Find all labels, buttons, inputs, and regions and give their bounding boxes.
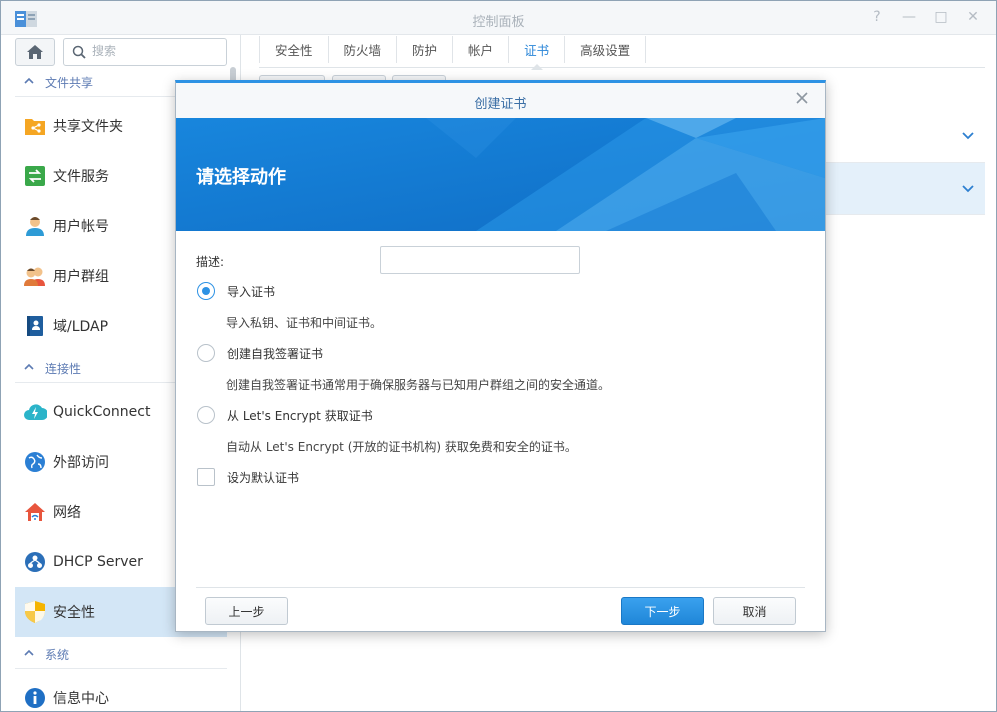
create-certificate-dialog: 创建证书 请选择动作 描述: 导入证书 导入私钥、证书和中间证书。 创建自我签署… bbox=[175, 80, 826, 632]
home-icon bbox=[27, 45, 43, 59]
checkbox-label: 设为默认证书 bbox=[227, 470, 300, 485]
domain-ldap-icon bbox=[23, 314, 47, 338]
help-button[interactable]: ? bbox=[868, 9, 886, 25]
quickconnect-icon bbox=[23, 400, 47, 424]
dialog-banner: 请选择动作 bbox=[176, 118, 825, 231]
description-input[interactable] bbox=[380, 246, 580, 274]
set-default-certificate-checkbox[interactable]: 设为默认证书 bbox=[197, 468, 299, 486]
minimize-button[interactable]: — bbox=[900, 9, 918, 25]
main-tab-bar: 安全性 防火墙 防护 帐户 证书 高级设置 bbox=[259, 35, 985, 70]
window-controls: ? — □ ✕ bbox=[868, 9, 982, 25]
sidebar-item-label: DHCP Server bbox=[53, 554, 143, 570]
tab-protection[interactable]: 防护 bbox=[397, 36, 454, 63]
checkbox[interactable] bbox=[197, 468, 215, 486]
sidebar-item-label: 外部访问 bbox=[53, 455, 109, 471]
tab-certificate[interactable]: 证书 bbox=[509, 36, 566, 70]
tab-firewall[interactable]: 防火墙 bbox=[329, 36, 398, 63]
window-titlebar: 控制面板 ? — □ ✕ bbox=[1, 1, 996, 35]
option-label: 从 Let's Encrypt 获取证书 bbox=[227, 408, 373, 423]
previous-button[interactable]: 上一步 bbox=[205, 597, 288, 625]
tab-advanced[interactable]: 高级设置 bbox=[565, 36, 647, 63]
search-icon bbox=[72, 45, 86, 59]
sidebar-item-label: QuickConnect bbox=[53, 404, 151, 420]
control-panel-window: 控制面板 ? — □ ✕ 文件共享 bbox=[0, 0, 997, 712]
close-window-button[interactable]: ✕ bbox=[964, 9, 982, 25]
section-label: 连接性 bbox=[45, 362, 82, 376]
dialog-divider bbox=[196, 587, 805, 588]
sidebar-item-label: 信息中心 bbox=[53, 691, 109, 707]
sidebar-item-label: 共享文件夹 bbox=[53, 119, 123, 135]
user-group-icon bbox=[23, 264, 47, 288]
cancel-button[interactable]: 取消 bbox=[713, 597, 796, 625]
chevron-up-icon bbox=[24, 649, 34, 656]
chevron-up-icon bbox=[24, 363, 34, 370]
search-field[interactable] bbox=[63, 38, 227, 66]
network-icon bbox=[23, 500, 47, 524]
shield-icon bbox=[23, 600, 47, 624]
dialog-title: 创建证书 bbox=[474, 97, 527, 112]
sidebar-item-label: 安全性 bbox=[53, 605, 95, 621]
option-label: 导入证书 bbox=[227, 284, 276, 299]
radio-button[interactable] bbox=[197, 406, 215, 424]
sidebar-item-info-center[interactable]: 信息中心 bbox=[15, 673, 227, 711]
description-label: 描述: bbox=[196, 255, 225, 269]
close-icon[interactable] bbox=[795, 91, 809, 105]
sidebar-item-label: 域/LDAP bbox=[53, 319, 109, 335]
sidebar-item-label: 用户帐号 bbox=[53, 219, 109, 235]
section-label: 文件共享 bbox=[45, 76, 94, 90]
tab-account[interactable]: 帐户 bbox=[453, 36, 510, 63]
window-title: 控制面板 bbox=[472, 15, 525, 30]
tab-security[interactable]: 安全性 bbox=[259, 36, 329, 63]
dialog-titlebar: 创建证书 bbox=[176, 83, 825, 118]
radio-button[interactable] bbox=[197, 344, 215, 362]
section-label: 系统 bbox=[45, 648, 70, 662]
dhcp-server-icon bbox=[23, 550, 47, 574]
external-access-icon bbox=[23, 450, 47, 474]
shared-folder-icon bbox=[23, 114, 47, 138]
dialog-banner-title: 请选择动作 bbox=[196, 167, 286, 188]
home-button[interactable] bbox=[15, 38, 55, 66]
sidebar-item-label: 用户群组 bbox=[53, 269, 109, 285]
option-description: 创建自我签署证书通常用于确保服务器与已知用户群组之间的安全通道。 bbox=[226, 378, 611, 392]
option-label: 创建自我签署证书 bbox=[227, 346, 324, 361]
option-description: 导入私钥、证书和中间证书。 bbox=[226, 316, 383, 330]
option-self-signed-certificate[interactable]: 创建自我签署证书 bbox=[197, 344, 323, 362]
option-lets-encrypt[interactable]: 从 Let's Encrypt 获取证书 bbox=[197, 406, 373, 424]
option-description: 自动从 Let's Encrypt (开放的证书机构) 获取免费和安全的证书。 bbox=[226, 440, 577, 454]
chevron-up-icon bbox=[24, 77, 34, 84]
file-services-icon bbox=[23, 164, 47, 188]
maximize-button[interactable]: □ bbox=[932, 9, 950, 25]
option-import-certificate[interactable]: 导入证书 bbox=[197, 282, 275, 300]
chevron-down-icon bbox=[962, 185, 974, 193]
sidebar-item-label: 文件服务 bbox=[53, 169, 109, 185]
chevron-down-icon bbox=[962, 132, 974, 140]
section-header-system[interactable]: 系统 bbox=[15, 639, 227, 669]
search-input[interactable] bbox=[92, 44, 220, 58]
radio-button[interactable] bbox=[197, 282, 215, 300]
sidebar-item-label: 网络 bbox=[53, 505, 81, 521]
user-icon bbox=[23, 214, 47, 238]
info-icon bbox=[23, 686, 47, 710]
next-button[interactable]: 下一步 bbox=[621, 597, 704, 625]
